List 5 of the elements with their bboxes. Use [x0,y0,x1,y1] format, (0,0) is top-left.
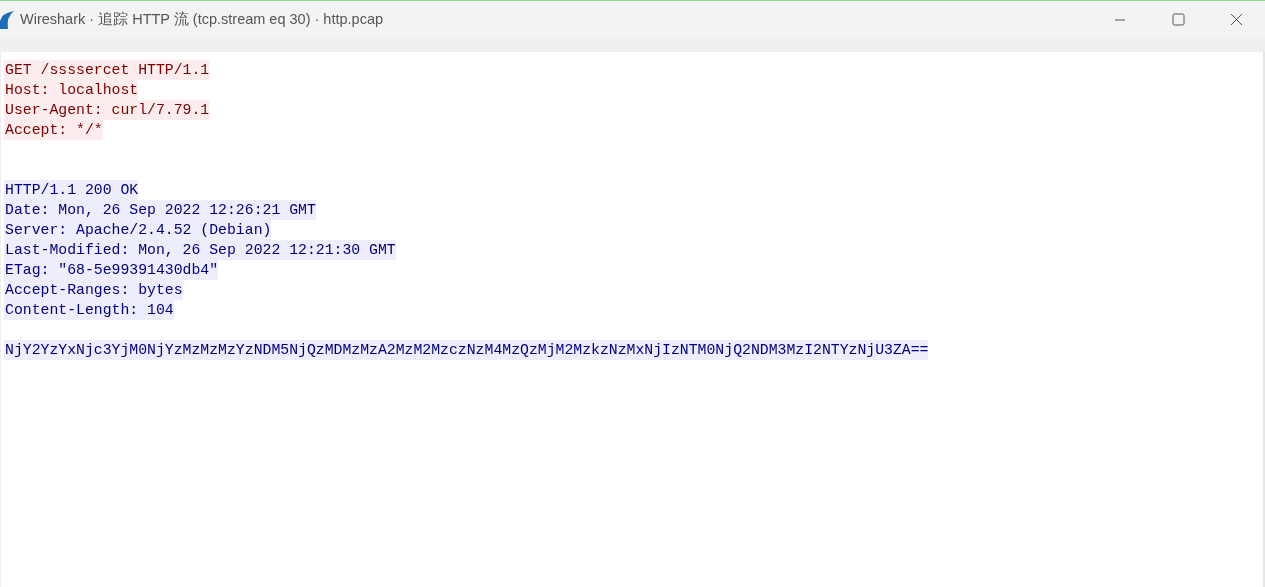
maximize-icon [1171,13,1185,26]
window-title: Wireshark · 追踪 HTTP 流 (tcp.stream eq 30) · http.pcap [20,10,385,29]
app-logo-icon [0,10,14,29]
minimize-icon [1114,18,1126,21]
close-icon [1229,13,1243,26]
